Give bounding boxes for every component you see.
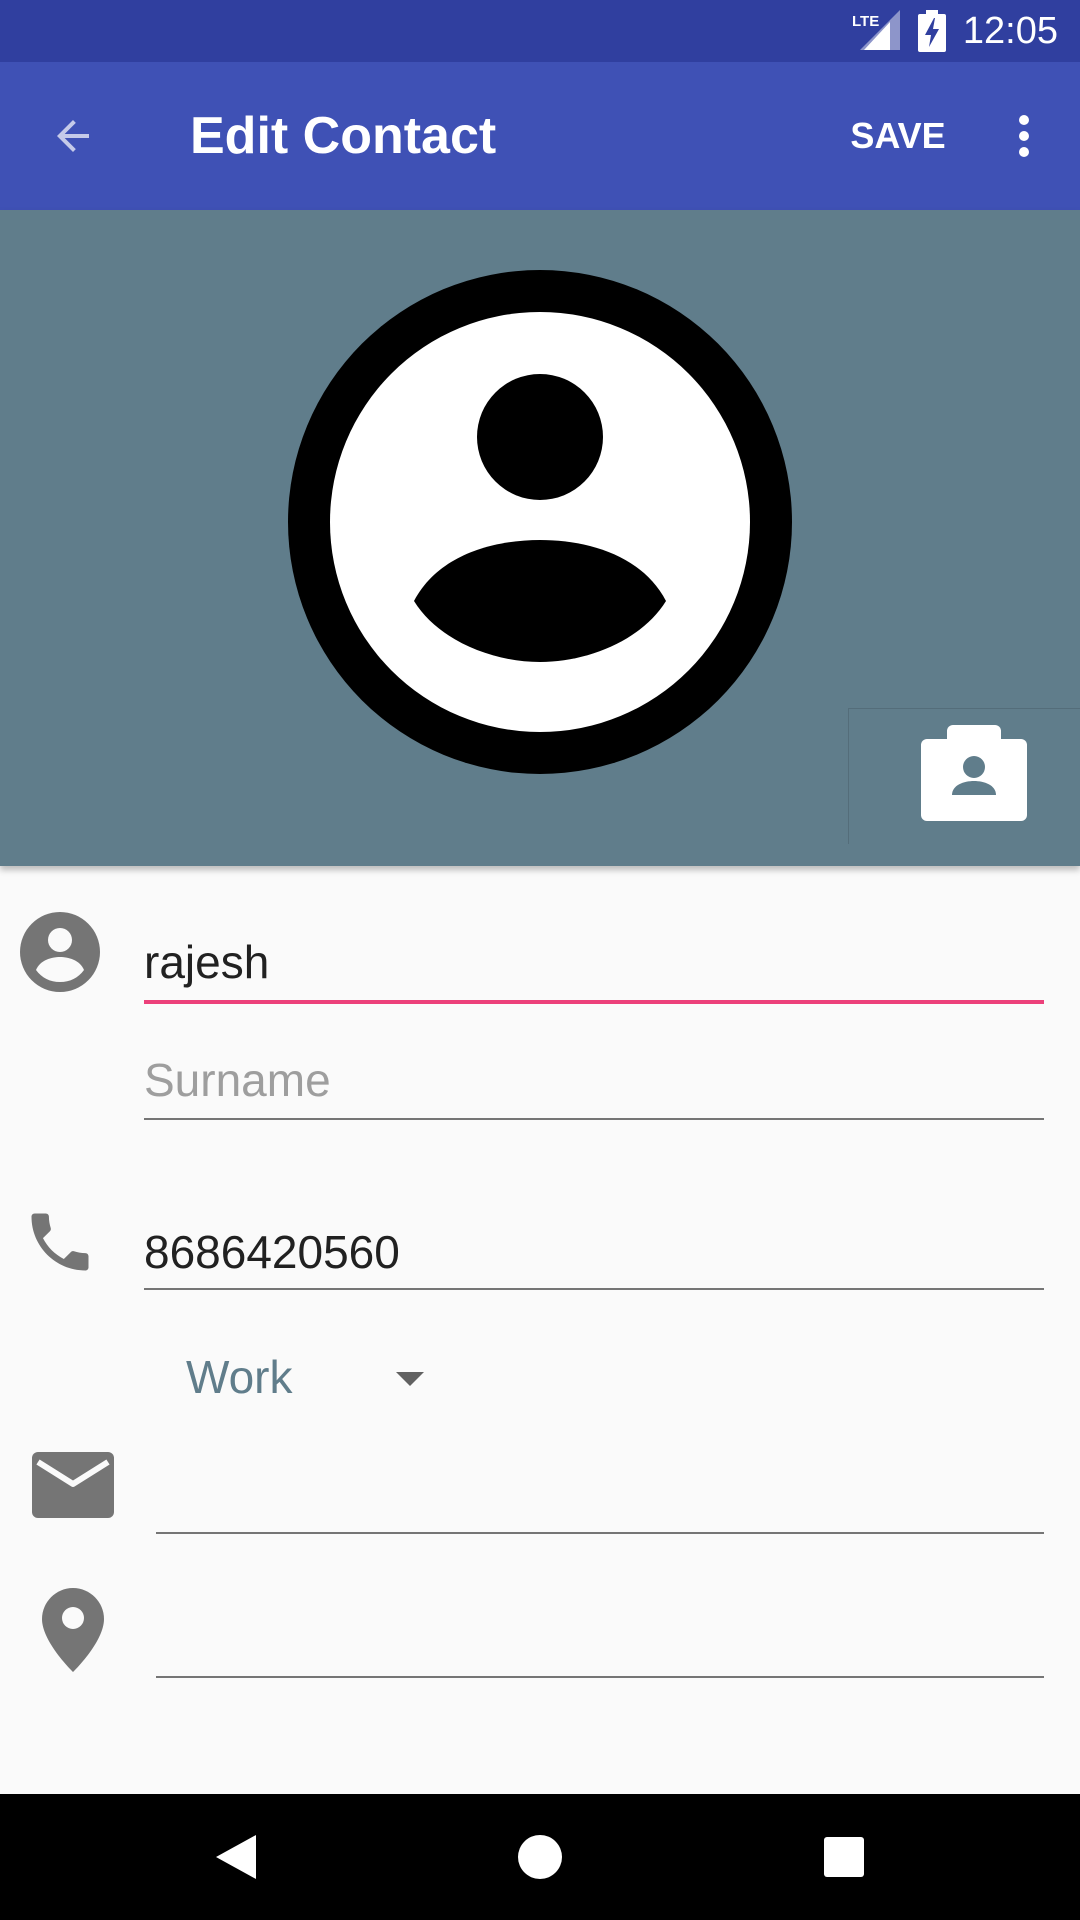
- arrow-back-icon: [57, 120, 89, 152]
- chevron-down-icon: [396, 1372, 424, 1386]
- email-field[interactable]: [156, 1466, 1044, 1530]
- phone-type-label: Work: [186, 1351, 293, 1403]
- email-icon: [32, 1452, 114, 1518]
- clock: 12:05: [962, 10, 1058, 52]
- more-vert-icon: [1019, 115, 1029, 157]
- camera-contact-icon: [921, 725, 1027, 821]
- nav-home-button[interactable]: [490, 1812, 590, 1902]
- surname-underline: [144, 1118, 1044, 1120]
- network-label: LTE: [852, 13, 879, 30]
- app-bar: Edit Contact SAVE: [0, 62, 1080, 210]
- save-button[interactable]: SAVE: [838, 108, 958, 164]
- surname-field[interactable]: [144, 1048, 1044, 1112]
- battery-charging-icon: [918, 10, 946, 52]
- address-field[interactable]: [156, 1608, 1044, 1672]
- location-pin-icon: [42, 1588, 104, 1672]
- phone-type-dropdown[interactable]: Work: [186, 1346, 446, 1408]
- contact-photo-area: [0, 210, 1080, 866]
- nav-home-icon: [518, 1835, 562, 1879]
- lte-signal-icon: LTE: [852, 10, 900, 50]
- address-underline: [156, 1676, 1044, 1678]
- first-name-underline: [144, 1000, 1044, 1004]
- status-bar: LTE 12:05: [0, 0, 1080, 62]
- nav-recents-icon: [824, 1837, 864, 1877]
- system-nav-bar: [0, 1794, 1080, 1920]
- phone-field[interactable]: [144, 1220, 1044, 1284]
- page-title: Edit Contact: [190, 107, 497, 165]
- phone-icon: [31, 1213, 89, 1271]
- nav-back-button[interactable]: [186, 1812, 286, 1902]
- change-photo-button[interactable]: [848, 708, 1080, 844]
- overflow-menu-button[interactable]: [996, 106, 1052, 166]
- back-button[interactable]: [28, 98, 118, 174]
- person-icon: [20, 912, 100, 992]
- phone-underline: [144, 1288, 1044, 1290]
- nav-back-icon: [216, 1835, 256, 1879]
- nav-recents-button[interactable]: [794, 1812, 894, 1902]
- account-circle-icon: [288, 270, 792, 774]
- first-name-field[interactable]: [144, 930, 1044, 994]
- email-underline: [156, 1532, 1044, 1534]
